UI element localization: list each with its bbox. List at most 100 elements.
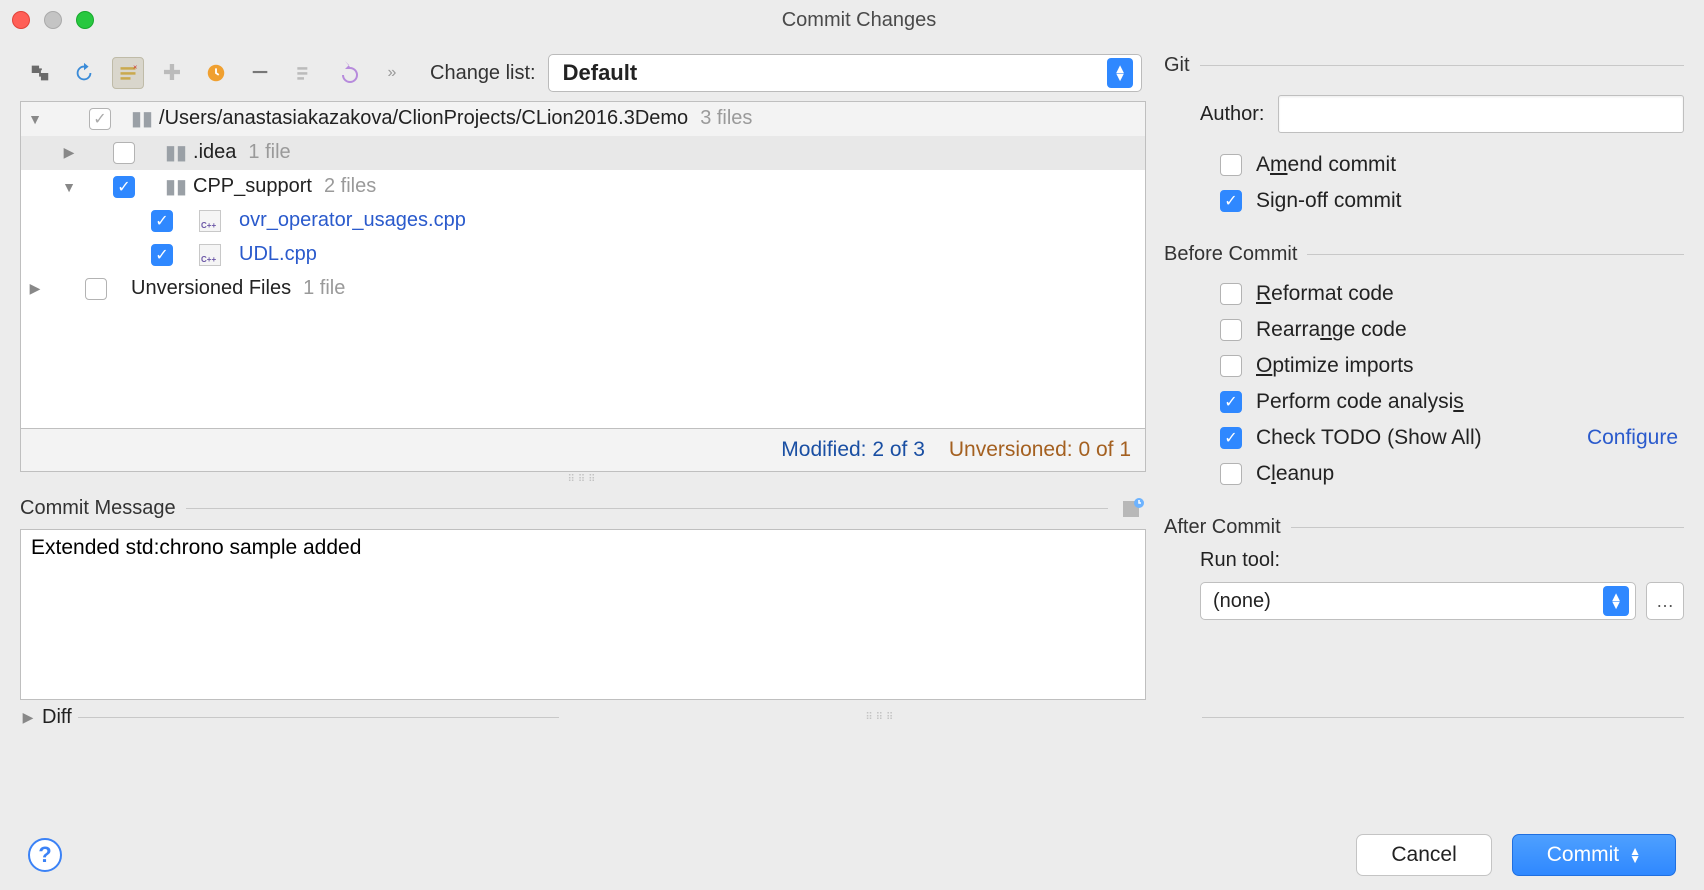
- tree-dir-cpp[interactable]: ▮▮ CPP_support 2 files: [21, 170, 1145, 204]
- disclosure-triangle-icon[interactable]: [61, 179, 77, 195]
- close-window-button[interactable]: [12, 11, 30, 29]
- commit-message-label: Commit Message: [20, 497, 176, 520]
- dialog-footer: ? Cancel Commit ▲▼: [0, 834, 1704, 876]
- after-commit-label: After Commit: [1164, 516, 1281, 539]
- optimize-label: Optimize imports: [1256, 354, 1414, 378]
- group-by-directory-icon[interactable]: ×: [112, 57, 144, 89]
- analysis-option[interactable]: Perform code analysis: [1164, 384, 1684, 420]
- splitter-grip[interactable]: ⠿⠿⠿: [565, 712, 1196, 723]
- status-modified: Modified: 2 of 3: [781, 438, 925, 462]
- todo-option[interactable]: Check TODO (Show All) Configure: [1164, 420, 1684, 456]
- tree-idea-checkbox[interactable]: [113, 142, 135, 164]
- zoom-window-button[interactable]: [76, 11, 94, 29]
- rearrange-label: Rearrange code: [1256, 318, 1407, 342]
- diff-label: Diff: [42, 706, 72, 729]
- tree-root-checkbox[interactable]: [89, 108, 111, 130]
- before-commit-header: Before Commit: [1164, 243, 1684, 266]
- change-list-value: Default: [563, 60, 1107, 86]
- before-commit-label: Before Commit: [1164, 243, 1297, 266]
- run-tool-value: (none): [1213, 590, 1603, 613]
- run-tool-select[interactable]: (none) ▲▼: [1200, 582, 1636, 620]
- tree-unversioned[interactable]: Unversioned Files 1 file: [21, 272, 1145, 306]
- commit-dropdown-icon[interactable]: ▲▼: [1629, 847, 1641, 863]
- tree-cpp-checkbox[interactable]: [113, 176, 135, 198]
- cleanup-label: Cleanup: [1256, 462, 1334, 486]
- folder-icon: ▮▮: [131, 106, 153, 131]
- tree-file-checkbox[interactable]: [151, 210, 173, 232]
- reformat-checkbox[interactable]: [1220, 283, 1242, 305]
- titlebar: Commit Changes: [0, 0, 1704, 40]
- configure-link[interactable]: Configure: [1587, 426, 1678, 450]
- optimize-option[interactable]: Optimize imports: [1164, 348, 1684, 384]
- folder-icon: ▮▮: [165, 140, 187, 165]
- tree-file-name: UDL.cpp: [239, 243, 317, 266]
- disclosure-triangle-icon[interactable]: [27, 111, 43, 127]
- tree-unversioned-name: Unversioned Files: [131, 277, 291, 300]
- rearrange-option[interactable]: Rearrange code: [1164, 312, 1684, 348]
- disclosure-triangle-icon[interactable]: [20, 709, 36, 726]
- after-commit-header: After Commit: [1164, 516, 1684, 539]
- cpp-file-icon: [199, 210, 221, 232]
- amend-option[interactable]: Amend commit: [1164, 147, 1684, 183]
- run-tool-label: Run tool:: [1200, 549, 1684, 572]
- right-pane: Git Author: Amend commit Sign-off commit…: [1164, 50, 1684, 700]
- author-row: Author:: [1164, 95, 1684, 133]
- tree-cpp-meta: 2 files: [324, 175, 376, 198]
- select-stepper-icon: ▲▼: [1603, 586, 1629, 616]
- amend-label: Amend commit: [1256, 153, 1396, 177]
- disclosure-triangle-icon[interactable]: [27, 280, 43, 297]
- rearrange-checkbox[interactable]: [1220, 319, 1242, 341]
- amend-checkbox[interactable]: [1220, 154, 1242, 176]
- tree-file[interactable]: UDL.cpp: [21, 238, 1145, 272]
- status-unversioned: Unversioned: 0 of 1: [949, 438, 1131, 462]
- disclosure-triangle-icon[interactable]: [61, 144, 77, 161]
- expand-icon[interactable]: ✚: [156, 57, 188, 89]
- cpp-file-icon: [199, 244, 221, 266]
- remove-icon[interactable]: −: [244, 57, 276, 89]
- analysis-checkbox[interactable]: [1220, 391, 1242, 413]
- tree-cpp-name: CPP_support: [193, 175, 312, 198]
- optimize-checkbox[interactable]: [1220, 355, 1242, 377]
- diff-section[interactable]: Diff ⠿⠿⠿: [0, 700, 1704, 735]
- refresh-icon[interactable]: [68, 57, 100, 89]
- reformat-option[interactable]: Reformat code: [1164, 276, 1684, 312]
- change-list-label: Change list:: [430, 62, 536, 85]
- run-tool-row: Run tool: (none) ▲▼ …: [1164, 549, 1684, 620]
- svg-text:×: ×: [133, 63, 137, 72]
- minimize-window-button[interactable]: [44, 11, 62, 29]
- changes-toolbar: × ✚ − » Change list: Default ▲▼: [20, 50, 1146, 97]
- signoff-label: Sign-off commit: [1256, 189, 1402, 213]
- more-icon[interactable]: »: [376, 57, 408, 89]
- signoff-option[interactable]: Sign-off commit: [1164, 183, 1684, 219]
- git-section-label: Git: [1164, 54, 1190, 77]
- todo-checkbox[interactable]: [1220, 427, 1242, 449]
- revert-icon[interactable]: [332, 57, 364, 89]
- move-to-changelist-icon[interactable]: [288, 57, 320, 89]
- commit-message-header: Commit Message: [20, 495, 1146, 523]
- commit-message-input[interactable]: [20, 529, 1146, 700]
- run-tool-browse-button[interactable]: …: [1646, 582, 1684, 620]
- rollback-icon[interactable]: [200, 57, 232, 89]
- tree-file-checkbox[interactable]: [151, 244, 173, 266]
- commit-message-history-icon[interactable]: [1118, 495, 1146, 523]
- reformat-label: Reformat code: [1256, 282, 1394, 306]
- tree-root[interactable]: ▮▮ /Users/anastasiakazakova/ClionProject…: [21, 102, 1145, 136]
- show-diff-icon[interactable]: [24, 57, 56, 89]
- author-input[interactable]: [1278, 95, 1684, 133]
- tree-dir-idea[interactable]: ▮▮ .idea 1 file: [21, 136, 1145, 170]
- tree-file-name: ovr_operator_usages.cpp: [239, 209, 466, 232]
- tree-idea-meta: 1 file: [248, 141, 290, 164]
- help-button[interactable]: ?: [28, 838, 62, 872]
- tree-root-path: /Users/anastasiakazakova/ClionProjects/C…: [159, 107, 688, 130]
- cleanup-option[interactable]: Cleanup: [1164, 456, 1684, 492]
- commit-button[interactable]: Commit ▲▼: [1512, 834, 1676, 876]
- tree-unversioned-checkbox[interactable]: [85, 278, 107, 300]
- splitter-grip[interactable]: ⠿⠿⠿: [20, 472, 1146, 487]
- change-list-select[interactable]: Default ▲▼: [548, 54, 1142, 92]
- tree-file[interactable]: ovr_operator_usages.cpp: [21, 204, 1145, 238]
- cleanup-checkbox[interactable]: [1220, 463, 1242, 485]
- signoff-checkbox[interactable]: [1220, 190, 1242, 212]
- select-stepper-icon: ▲▼: [1107, 58, 1133, 88]
- folder-icon: ▮▮: [165, 174, 187, 199]
- cancel-button[interactable]: Cancel: [1356, 834, 1491, 876]
